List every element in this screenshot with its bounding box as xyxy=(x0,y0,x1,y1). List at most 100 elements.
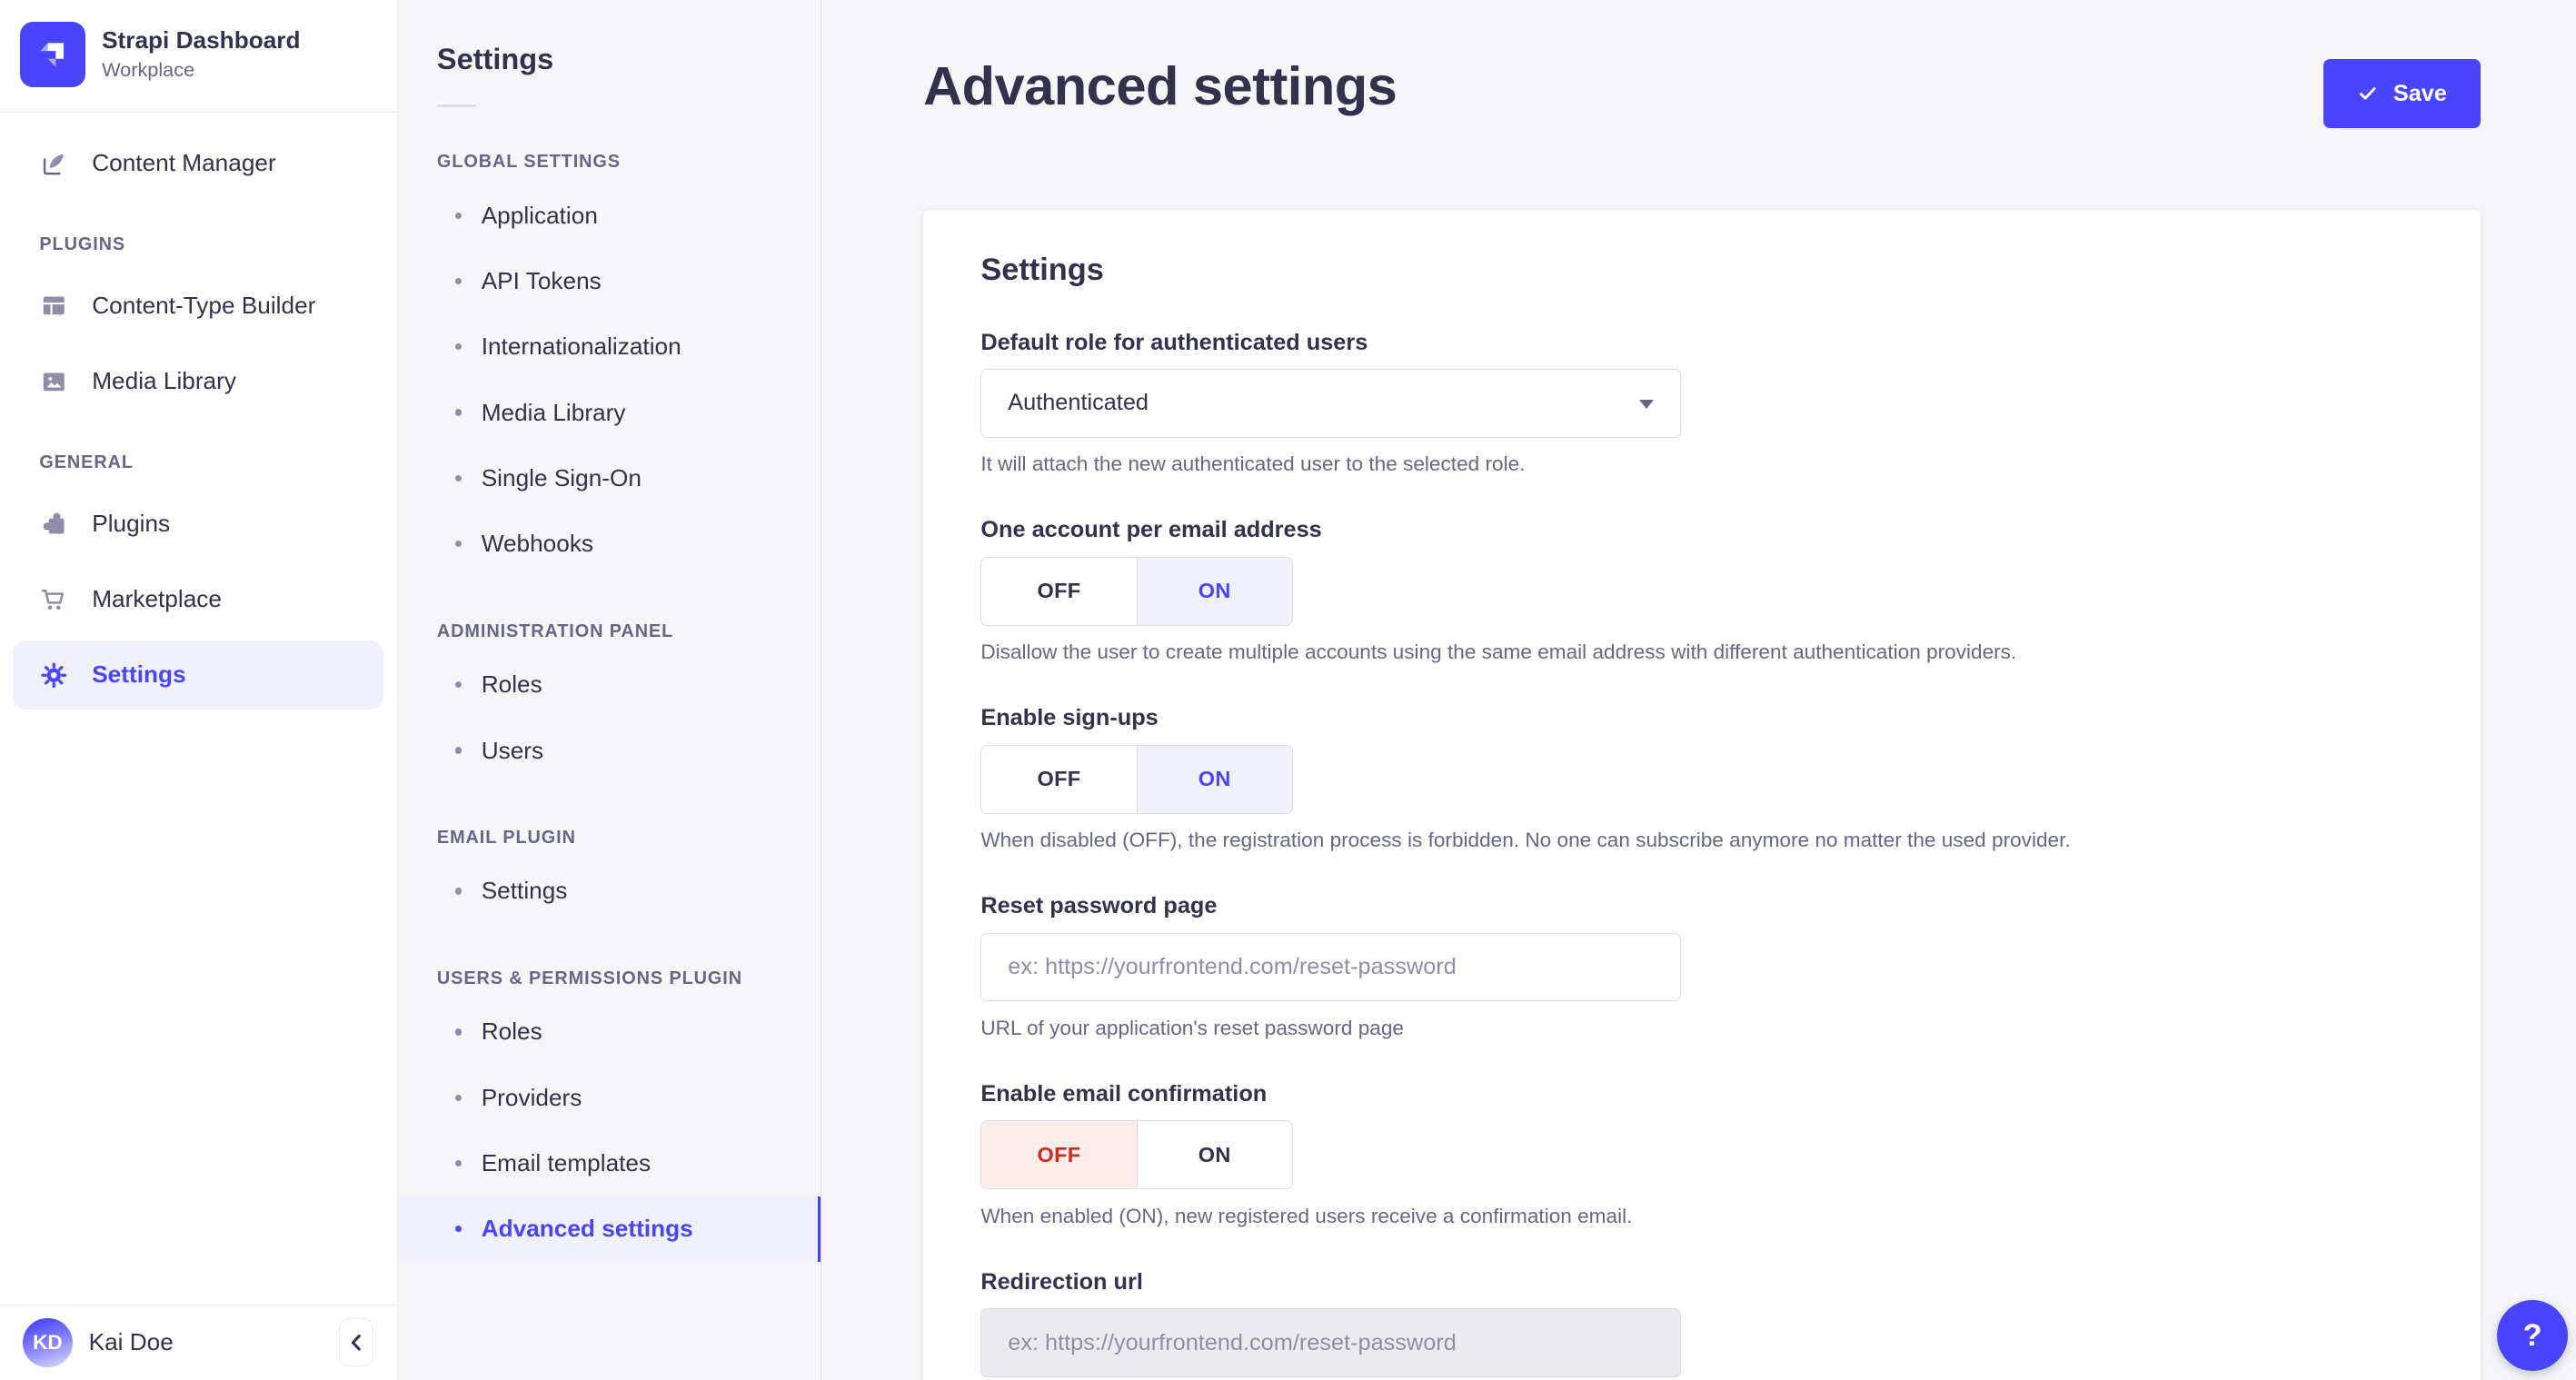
bullet-icon xyxy=(455,1226,462,1232)
field-hint: When disabled (OFF), the registration pr… xyxy=(980,829,2422,852)
nav-section-general: GENERAL xyxy=(0,419,397,486)
subnav-item-providers[interactable]: Providers xyxy=(398,1065,821,1130)
subnav-item-roles-admin[interactable]: Roles xyxy=(398,652,821,718)
subnav-item-single-sign-on[interactable]: Single Sign-On xyxy=(398,445,821,511)
sidebar-item-marketplace[interactable]: Marketplace xyxy=(0,561,397,637)
collapse-sidebar-button[interactable] xyxy=(339,1318,373,1365)
subnav-item-roles-up[interactable]: Roles xyxy=(398,999,821,1065)
bullet-icon xyxy=(455,681,462,688)
subnav-item-label: Roles xyxy=(482,670,542,699)
subnav-item-application[interactable]: Application xyxy=(398,183,821,248)
subnav-item-email-settings[interactable]: Settings xyxy=(398,859,821,924)
subnav-section-email-plugin: EMAIL PLUGIN xyxy=(398,828,821,859)
field-label: Enable email confirmation xyxy=(980,1081,2422,1107)
subnav-item-label: Settings xyxy=(482,877,568,905)
sidebar-item-label: Content Manager xyxy=(92,149,275,177)
sidebar-item-settings[interactable]: Settings xyxy=(13,640,383,710)
subnav-title: Settings xyxy=(398,0,821,76)
redirection-url-input xyxy=(980,1308,1680,1377)
sidebar-item-content-manager[interactable]: Content Manager xyxy=(0,125,397,201)
bullet-icon xyxy=(455,475,462,482)
sign-ups-toggle-off[interactable]: OFF xyxy=(981,746,1136,813)
bullet-icon xyxy=(455,1160,462,1167)
subnav-item-advanced-settings[interactable]: Advanced settings xyxy=(398,1196,821,1262)
puzzle-icon xyxy=(39,509,69,539)
main-sidebar: Strapi Dashboard Workplace Content Manag… xyxy=(0,0,398,1380)
subnav-item-label: Media Library xyxy=(482,399,626,427)
subnav-item-label: Webhooks xyxy=(482,530,593,558)
nav-section-plugins: PLUGINS xyxy=(0,202,397,269)
bullet-icon xyxy=(455,213,462,219)
select-value: Authenticated xyxy=(1008,390,1149,416)
bullet-icon xyxy=(455,278,462,284)
field-hint: URL of your application's reset password… xyxy=(980,1017,2422,1040)
strapi-logo-icon xyxy=(20,22,85,87)
field-redirection-url: Redirection url xyxy=(980,1269,2422,1377)
card-title: Settings xyxy=(980,253,2422,288)
bullet-icon xyxy=(455,343,462,350)
sidebar-item-content-type-builder[interactable]: Content-Type Builder xyxy=(0,268,397,343)
check-icon xyxy=(2357,83,2379,104)
field-label: Reset password page xyxy=(980,893,2422,919)
workplace-switcher[interactable]: Strapi Dashboard Workplace xyxy=(0,0,397,107)
one-account-toggle-on[interactable]: ON xyxy=(1137,558,1292,625)
avatar[interactable]: KD xyxy=(23,1318,72,1367)
field-hint: When enabled (ON), new registered users … xyxy=(980,1205,2422,1228)
sidebar-item-media-library[interactable]: Media Library xyxy=(0,343,397,419)
edit-pen-icon xyxy=(39,149,69,179)
bullet-icon xyxy=(455,1028,462,1035)
chevron-down-icon xyxy=(1639,400,1654,409)
sign-ups-toggle-on[interactable]: ON xyxy=(1137,746,1292,813)
subnav-item-users[interactable]: Users xyxy=(398,718,821,783)
sidebar-item-label: Content-Type Builder xyxy=(92,292,315,320)
reset-password-input[interactable] xyxy=(980,933,1680,1002)
subnav-item-internationalization[interactable]: Internationalization xyxy=(398,314,821,380)
field-hint: It will attach the new authenticated use… xyxy=(980,452,2422,476)
sidebar-item-label: Media Library xyxy=(92,367,236,395)
divider xyxy=(437,104,476,108)
help-button[interactable]: ? xyxy=(2497,1300,2568,1371)
field-sign-ups: Enable sign-ups OFF ON When disabled (OF… xyxy=(980,705,2422,852)
sign-ups-toggle: OFF ON xyxy=(980,745,1293,814)
page-title: Advanced settings xyxy=(923,55,1397,117)
picture-icon xyxy=(39,367,69,397)
sidebar-item-label: Plugins xyxy=(92,510,170,538)
subnav-item-label: Application xyxy=(482,202,598,230)
settings-card: Settings Default role for authenticated … xyxy=(923,210,2481,1379)
subnav-item-email-templates[interactable]: Email templates xyxy=(398,1130,821,1196)
field-label: One account per email address xyxy=(980,517,2422,543)
bullet-icon xyxy=(455,747,462,753)
subnav-item-label: Advanced settings xyxy=(482,1215,693,1243)
subnav-section-administration-panel: ADMINISTRATION PANEL xyxy=(398,621,821,652)
user-name: Kai Doe xyxy=(89,1328,174,1356)
layout-icon xyxy=(39,291,69,321)
brand-name: Strapi Dashboard xyxy=(102,26,300,55)
bullet-icon xyxy=(455,1095,462,1101)
field-label: Enable sign-ups xyxy=(980,705,2422,731)
one-account-toggle-off[interactable]: OFF xyxy=(981,558,1136,625)
main-content: Advanced settings Save Settings Default … xyxy=(821,0,2576,1380)
sidebar-item-plugins[interactable]: Plugins xyxy=(0,486,397,561)
email-confirmation-toggle-on[interactable]: ON xyxy=(1137,1121,1292,1188)
field-reset-password: Reset password page URL of your applicat… xyxy=(980,893,2422,1040)
main-nav-list: Content Manager PLUGINS Content-Type Bui… xyxy=(0,113,397,713)
bullet-icon xyxy=(455,541,462,547)
subnav-item-label: Providers xyxy=(482,1084,582,1112)
field-hint: Disallow the user to create multiple acc… xyxy=(980,640,2422,664)
subnav-item-webhooks[interactable]: Webhooks xyxy=(398,511,821,577)
email-confirmation-toggle-off[interactable]: OFF xyxy=(981,1121,1136,1188)
subnav-item-label: Roles xyxy=(482,1018,542,1046)
field-label: Redirection url xyxy=(980,1269,2422,1296)
field-label: Default role for authenticated users xyxy=(980,330,2422,356)
save-button-label: Save xyxy=(2393,81,2447,107)
question-mark-icon: ? xyxy=(2523,1318,2542,1354)
subnav-item-label: API Tokens xyxy=(482,267,602,295)
subnav-item-media-library[interactable]: Media Library xyxy=(398,380,821,445)
one-account-toggle: OFF ON xyxy=(980,557,1293,626)
sidebar-item-label: Marketplace xyxy=(92,585,222,613)
subnav-item-api-tokens[interactable]: API Tokens xyxy=(398,248,821,313)
save-button[interactable]: Save xyxy=(2323,59,2481,128)
sidebar-footer: KD Kai Doe xyxy=(0,1305,397,1380)
subnav-item-label: Single Sign-On xyxy=(482,464,642,492)
default-role-select[interactable]: Authenticated xyxy=(980,369,1680,438)
